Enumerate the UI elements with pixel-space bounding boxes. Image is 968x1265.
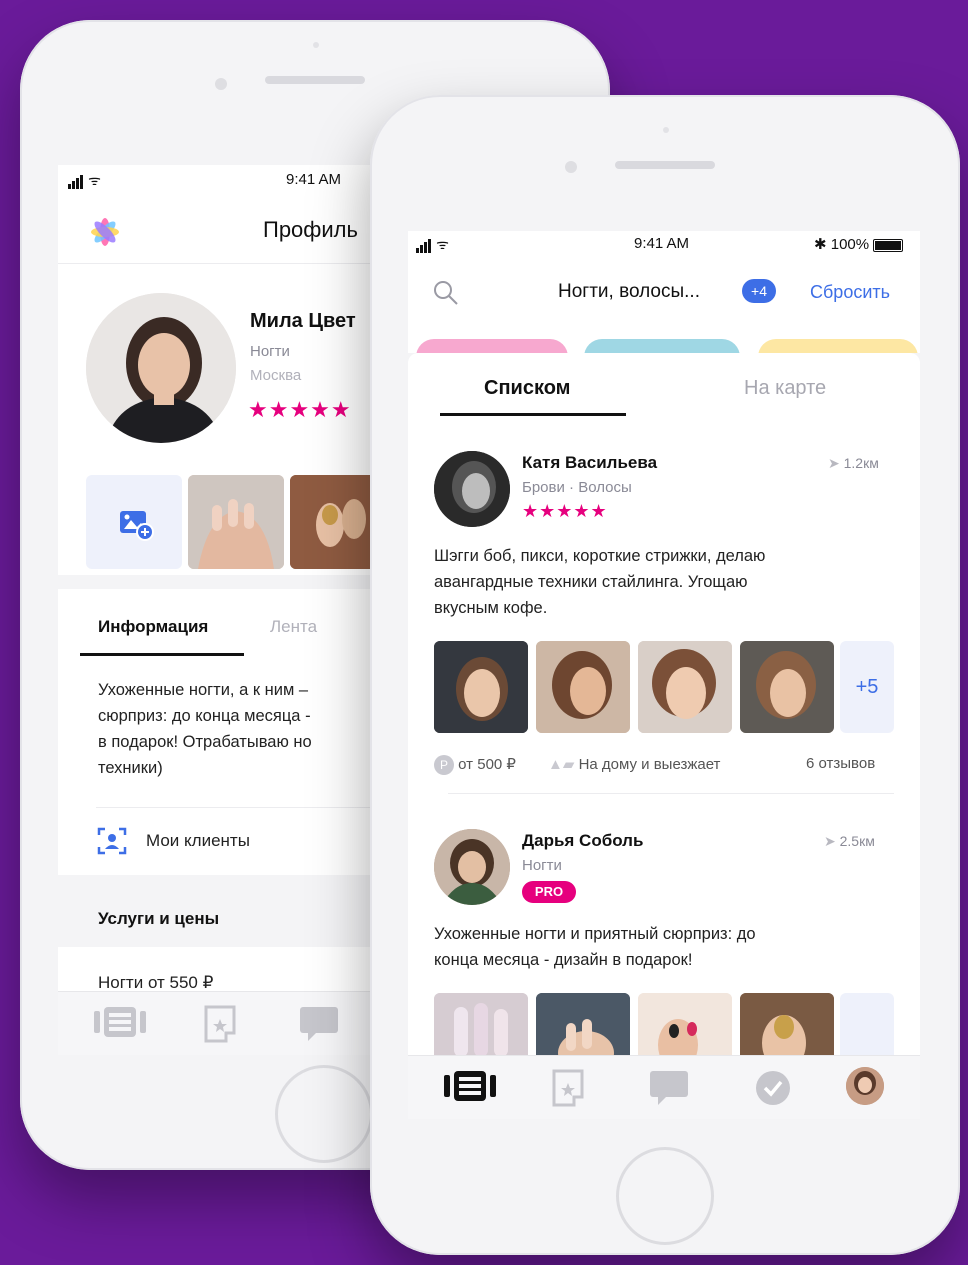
front-camera (565, 161, 577, 173)
battery-percent: 100% (830, 236, 870, 253)
battery-icon (873, 238, 904, 252)
bluetooth-icon: ✱ (814, 236, 827, 253)
search-query[interactable]: Ногти, волосы... (558, 281, 700, 303)
visit-info: ▲▰ На дому и выезжает (548, 755, 720, 773)
status-time: 9:41 AM (634, 235, 690, 252)
visit-value: На дому и выезжает (578, 756, 721, 773)
about-line: техники) (98, 759, 163, 777)
page-title: Профиль (263, 217, 358, 242)
home-visit-icon: ▲▰ (548, 756, 575, 773)
status-time: 9:41 AM (286, 171, 342, 188)
master-card[interactable]: Катя Васильева Брови · Волосы ★★★★★ ➤ 1.… (408, 441, 920, 801)
section-gap (58, 575, 388, 589)
battery-status: ✱ 100% (814, 235, 904, 253)
check-icon[interactable] (754, 1069, 792, 1107)
sensor-dot (313, 42, 319, 48)
services-title: Услуги и цены (98, 909, 220, 928)
rating-stars: ★★★★★ (522, 501, 608, 521)
master-description: Ухоженные ногти и приятный сюрприз: до к… (434, 921, 904, 973)
favorites-icon[interactable] (550, 1067, 586, 1107)
favorites-icon[interactable] (202, 1003, 238, 1043)
app-logo (88, 215, 122, 249)
reset-button[interactable]: Сбросить (810, 282, 890, 303)
tab-feed[interactable]: Лента (270, 617, 317, 637)
about-line: сюрприз: до конца месяца - (98, 707, 311, 725)
front-camera (215, 78, 227, 90)
front-phone-frame: ᯤ 9:41 AM ✱ 100% Ногти, волосы... +4 Сбр… (370, 95, 960, 1255)
tab-map[interactable]: На карте (744, 377, 826, 400)
clients-icon (97, 827, 127, 855)
avatar[interactable] (86, 293, 236, 443)
profile-name: Мила Цвет (250, 310, 356, 332)
tab-list[interactable]: Списком (484, 377, 570, 400)
location-arrow-icon: ➤ (828, 455, 840, 471)
gallery-photo[interactable] (188, 475, 284, 569)
description-line: вкусным кофе. (434, 599, 548, 617)
description-line: конца месяца - дизайн в подарок! (434, 951, 693, 969)
about-line: в подарок! Отрабатываю но (98, 733, 312, 751)
reviews-link[interactable]: 6 отзывов (806, 755, 875, 772)
search-icon[interactable] (432, 279, 460, 307)
distance-value: 2.5км (839, 833, 875, 849)
home-button[interactable] (616, 1147, 714, 1245)
service-line[interactable]: Ногти от 550 ₽ (98, 973, 213, 993)
price-info: P от 500 ₽ (434, 755, 516, 775)
signal-icon: ᯤ (416, 235, 449, 254)
master-name: Дарья Соболь (522, 831, 644, 850)
rating-stars: ★★★★★ (248, 397, 352, 422)
master-name: Катя Васильева (522, 453, 658, 472)
profile-screen: ᯤ 9:41 AM Профиль Мила Цвет Ногти Москва… (58, 165, 388, 1055)
active-tab-indicator (80, 653, 244, 656)
master-categories: Брови · Волосы (522, 479, 632, 496)
speaker (265, 76, 365, 84)
divider (96, 807, 388, 808)
catalog-icon[interactable] (444, 1069, 496, 1103)
signal-icon: ᯤ (68, 171, 101, 190)
price-icon: P (434, 755, 454, 775)
chat-icon[interactable] (298, 1005, 340, 1043)
catalog-icon[interactable] (94, 1005, 146, 1039)
master-categories: Ногти (522, 857, 562, 874)
my-clients-label: Мои клиенты (146, 831, 250, 850)
avatar-icon[interactable] (846, 1067, 884, 1105)
master-description: Шэгги боб, пикси, короткие стрижки, дела… (434, 543, 904, 621)
master-avatar[interactable] (434, 829, 510, 905)
portfolio-photo[interactable] (536, 641, 630, 733)
description-line: Шэгги боб, пикси, короткие стрижки, дела… (434, 547, 766, 565)
about-line: Ухоженные ногти, а к ним – (98, 681, 309, 699)
distance-value: 1.2км (843, 455, 879, 471)
portfolio-photo[interactable] (740, 641, 834, 733)
profile-city: Москва (250, 367, 302, 384)
sensor-dot (663, 127, 669, 133)
portfolio-photo[interactable] (638, 641, 732, 733)
portfolio-photo[interactable] (434, 641, 528, 733)
divider (448, 793, 894, 794)
pro-badge: PRO (522, 881, 576, 903)
description-line: авангардные техники стайлинга. Угощаю (434, 573, 748, 591)
my-clients-row[interactable]: Мои клиенты (96, 825, 388, 861)
profile-category: Ногти (250, 343, 290, 360)
add-photo-icon (120, 511, 154, 541)
distance: ➤ 2.5км (824, 833, 875, 850)
divider (58, 263, 388, 264)
speaker (615, 161, 715, 169)
description-line: Ухоженные ногти и приятный сюрприз: до (434, 925, 756, 943)
search-results-screen: ᯤ 9:41 AM ✱ 100% Ногти, волосы... +4 Сбр… (408, 231, 920, 1119)
chat-icon[interactable] (648, 1069, 690, 1107)
home-button[interactable] (275, 1065, 373, 1163)
about-text: Ухоженные ногти, а к ним – сюрприз: до к… (98, 677, 388, 781)
add-photo-button[interactable] (86, 475, 182, 569)
more-photos-button[interactable]: +5 (840, 641, 894, 733)
distance: ➤ 1.2км (828, 455, 879, 472)
filter-count-badge[interactable]: +4 (742, 279, 776, 303)
price-value: от 500 ₽ (458, 756, 516, 773)
tab-information[interactable]: Информация (98, 617, 208, 637)
master-avatar[interactable] (434, 451, 510, 527)
active-tab-indicator (440, 413, 626, 416)
location-arrow-icon: ➤ (824, 833, 836, 849)
